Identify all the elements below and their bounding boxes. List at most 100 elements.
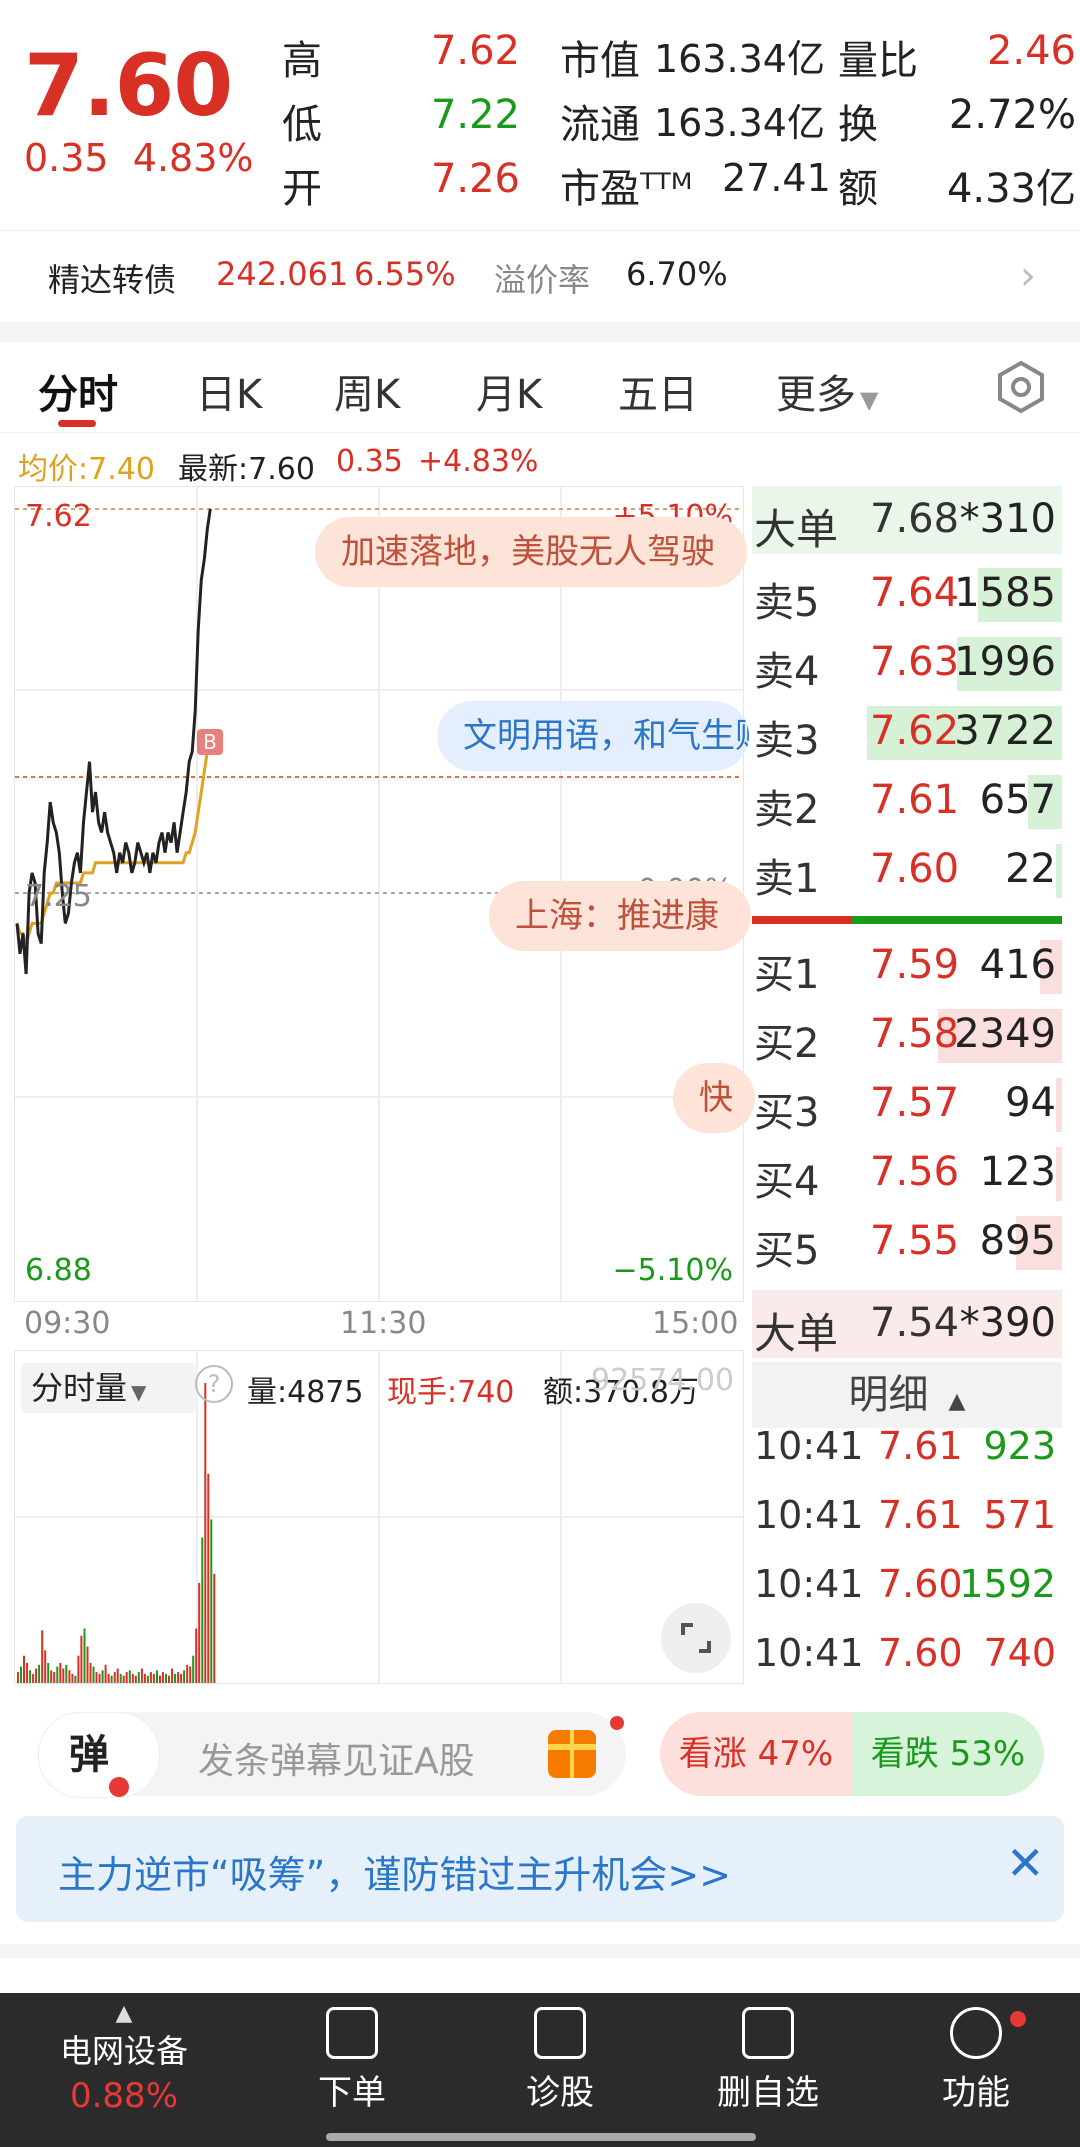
bullet-comment[interactable]: 快 [673, 1063, 755, 1133]
volume-bar [68, 1670, 71, 1683]
settings-hexagon-icon[interactable] [994, 360, 1048, 414]
premium-value: 6.70% [626, 255, 728, 293]
volume-max-label: 92574.00 [591, 1363, 735, 1398]
tab-weekly-k[interactable]: 周K [334, 362, 400, 420]
bond-pct: 6.55% [354, 255, 456, 293]
volume-bar [204, 1383, 207, 1683]
ask-row[interactable]: 卖4 7.63 1996 [752, 629, 1062, 697]
sector-item[interactable]: ▲ 电网设备 0.88% [54, 2001, 194, 2116]
big-order-top: 大单 7.68 *310 [752, 486, 1062, 554]
level-label: 卖2 [754, 787, 820, 833]
volume-bar [128, 1670, 131, 1683]
tab-intraday[interactable]: 分时 [38, 362, 118, 420]
danmu-input-bar[interactable]: 弹 发条弹幕见证A股 [38, 1712, 626, 1798]
trade-tick-row: 10:41 7.60 740 [752, 1631, 1062, 1699]
triangle-up-icon: ▲ [948, 1389, 966, 1414]
level-price: 7.62 [870, 708, 960, 754]
mktcap-label: 市值 [560, 38, 640, 84]
low-value: 7.22 [430, 92, 520, 138]
level-price: 7.55 [870, 1218, 960, 1264]
intraday-chart[interactable]: 7.62 7.25 6.88 +5.10% 0.00% −5.10% B 加速落… [14, 486, 755, 1302]
tick-price: 7.61 [878, 1424, 963, 1468]
volume-bar [71, 1673, 74, 1683]
danmu-toggle-icon[interactable]: 弹 [38, 1712, 160, 1798]
tick-price: 7.60 [878, 1631, 963, 1675]
notification-dot [1010, 2011, 1026, 2027]
help-icon[interactable]: ? [195, 1365, 233, 1403]
buy-marker[interactable]: B [197, 729, 223, 755]
level-label: 买1 [754, 952, 820, 998]
level-volume: 123 [979, 1149, 1056, 1195]
promo-banner[interactable]: 主力逆市“吸筹”，谨防错过主升机会>> ✕ [16, 1816, 1064, 1922]
price-change: 0.35 4.83% [24, 136, 254, 180]
tab-more[interactable]: 更多 ▼ [776, 362, 878, 420]
volume-bar [201, 1537, 204, 1683]
volume-bar [65, 1664, 68, 1683]
bullet-comment[interactable]: 文明用语，和气生财 [437, 701, 749, 771]
gift-icon[interactable] [548, 1730, 596, 1778]
volume-bar [50, 1670, 53, 1683]
volume-bar [168, 1675, 170, 1683]
volume-bar [122, 1675, 125, 1683]
tab-daily-k[interactable]: 日K [196, 362, 262, 420]
sector-pct: 0.88% [69, 2076, 178, 2116]
diagnose-icon [534, 2007, 586, 2059]
tick-time: 10:41 [754, 1562, 864, 1606]
volume-bar [74, 1675, 77, 1683]
volume-bar [44, 1650, 47, 1683]
volume-bar [159, 1675, 161, 1683]
bullet-comment[interactable]: 加速落地，美股无人驾驶 [315, 517, 747, 587]
open-label: 开 [282, 166, 322, 212]
depth-bar [1055, 1147, 1062, 1201]
nav-remove-watchlist[interactable]: 删自选 [698, 2007, 838, 2114]
ask-row[interactable]: 卖5 7.64 1585 [752, 560, 1062, 628]
time-start: 09:30 [24, 1306, 111, 1341]
volume-bar [95, 1672, 98, 1683]
tick-vol: 740 [983, 1631, 1056, 1675]
big-order-label: 大单 [754, 505, 839, 554]
convertible-bond-row[interactable]: 精达转债 242.061 6.55% 溢价率 6.70% › [0, 230, 1080, 323]
nav-order[interactable]: 下单 [282, 2007, 422, 2114]
legend-change-pct: +4.83% [418, 444, 539, 479]
pct-low-label: −5.10% [612, 1253, 733, 1288]
legend-change: 0.35 [336, 444, 403, 479]
volume-bar [41, 1630, 44, 1683]
close-icon[interactable]: ✕ [1006, 1836, 1045, 1890]
volume-bar [62, 1668, 65, 1683]
volume-bar [77, 1655, 80, 1683]
volume-bars [17, 1383, 216, 1683]
bond-price: 242.061 [216, 255, 349, 293]
level-volume: 1585 [954, 570, 1056, 616]
bid-row[interactable]: 买4 7.56 123 [752, 1139, 1062, 1207]
chevron-right-icon[interactable]: › [1020, 253, 1036, 299]
ask-row[interactable]: 卖1 7.60 22 [752, 836, 1062, 904]
vote-down-button[interactable]: 看跌 53% [852, 1712, 1044, 1796]
ask-row[interactable]: 卖2 7.61 657 [752, 767, 1062, 835]
fullscreen-icon[interactable] [661, 1603, 731, 1673]
volume-bar [137, 1672, 140, 1683]
high-label: 高 [282, 38, 322, 84]
bid-row[interactable]: 买3 7.57 94 [752, 1070, 1062, 1138]
nav-functions[interactable]: 功能 [906, 2007, 1046, 2114]
level-label: 卖5 [754, 580, 820, 626]
depth-bar [1055, 844, 1062, 898]
mktcap-value: 163.34亿 [654, 37, 825, 81]
volume-bar [210, 1519, 213, 1683]
level-volume: 3722 [954, 708, 1056, 754]
tab-five-day[interactable]: 五日 [618, 362, 698, 420]
bid-row[interactable]: 买1 7.59 416 [752, 932, 1062, 1000]
bid-row[interactable]: 买5 7.55 895 [752, 1208, 1062, 1276]
danmu-placeholder: 发条弹幕见证A股 [198, 1741, 475, 1782]
ask-row[interactable]: 卖3 7.62 3722 [752, 698, 1062, 766]
detail-toggle[interactable]: 明细 ▲ [752, 1362, 1062, 1428]
volume-bar [186, 1664, 189, 1683]
volume-label: 量:4875 [247, 1375, 364, 1410]
tab-monthly-k[interactable]: 月K [476, 362, 542, 420]
volume-bar [32, 1673, 35, 1683]
vote-up-button[interactable]: 看涨 47% [660, 1712, 852, 1796]
nav-diagnose[interactable]: 诊股 [490, 2007, 630, 2114]
volume-selector[interactable]: 分时量 ▼ [21, 1363, 197, 1413]
bullet-comment[interactable]: 上海：推进康 [489, 881, 751, 951]
volume-bar [116, 1668, 119, 1683]
bid-row[interactable]: 买2 7.58 2349 [752, 1001, 1062, 1069]
